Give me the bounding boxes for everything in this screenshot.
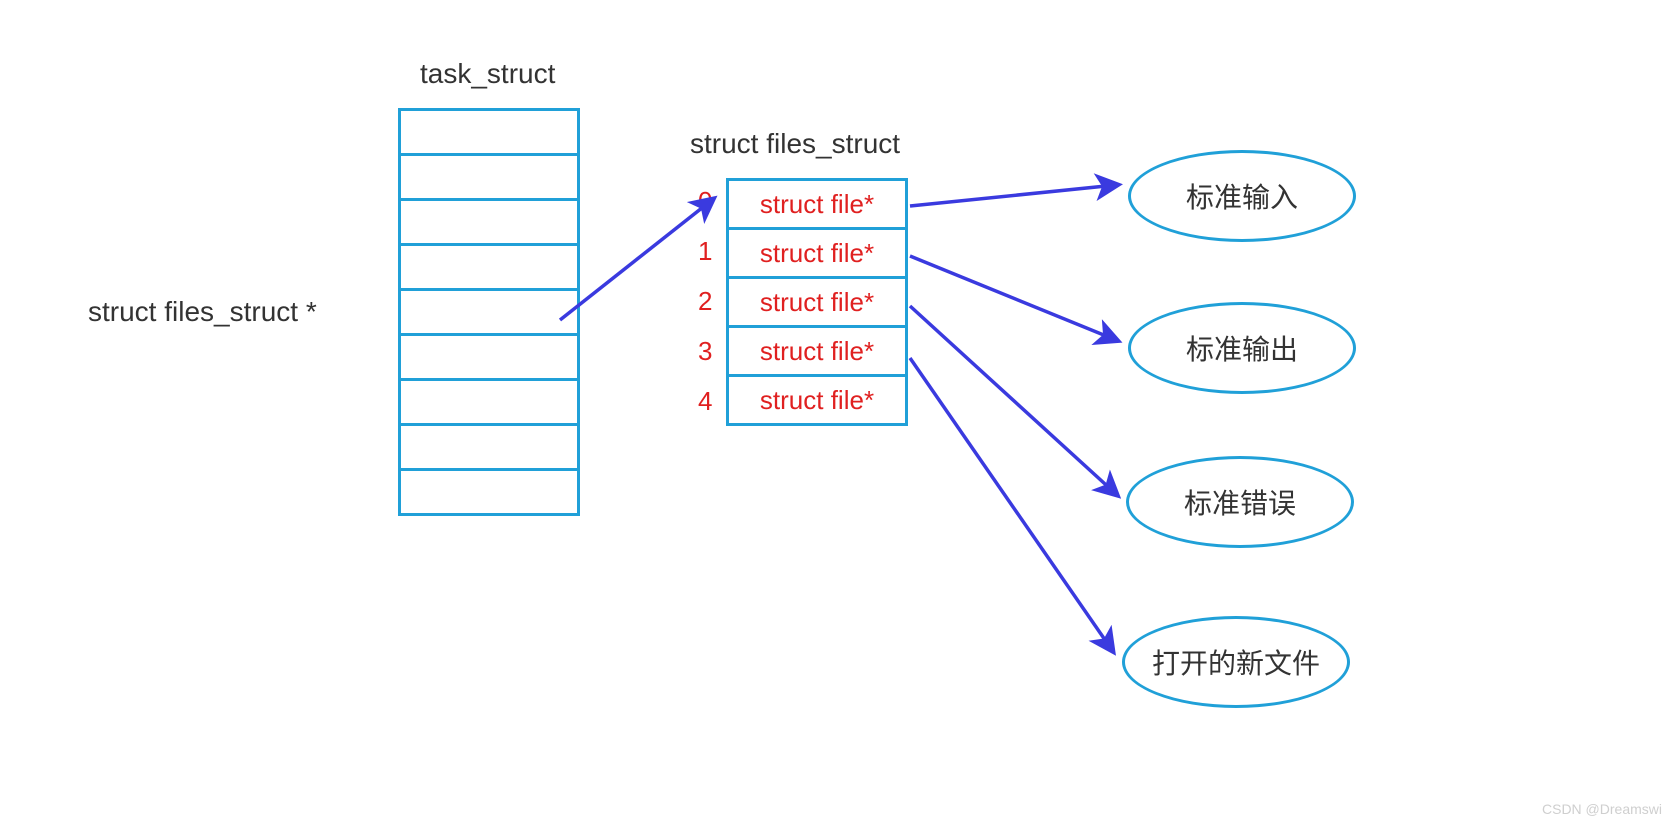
pointer-label: struct files_struct * bbox=[88, 296, 317, 328]
ellipse-stderr: 标准错误 bbox=[1126, 456, 1354, 548]
fd-entry-4: struct file* bbox=[726, 374, 908, 426]
task-struct-block bbox=[398, 108, 580, 516]
task-struct-cell bbox=[398, 243, 580, 291]
files-struct-title: struct files_struct bbox=[690, 128, 900, 160]
ellipse-stdin-label: 标准输入 bbox=[1186, 176, 1298, 216]
task-struct-cell bbox=[398, 198, 580, 246]
task-struct-cell bbox=[398, 333, 580, 381]
ellipse-newfile: 打开的新文件 bbox=[1122, 616, 1350, 708]
fd-index-3: 3 bbox=[698, 336, 712, 367]
ellipse-stderr-label: 标准错误 bbox=[1184, 482, 1296, 522]
task-struct-cell bbox=[398, 423, 580, 471]
task-struct-title: task_struct bbox=[420, 58, 555, 90]
ellipse-newfile-label: 打开的新文件 bbox=[1152, 642, 1320, 682]
arrow-fd2-stderr bbox=[910, 306, 1116, 494]
fd-index-4: 4 bbox=[698, 386, 712, 417]
arrow-fd3-newfile bbox=[910, 358, 1112, 650]
arrow-task-to-files bbox=[560, 200, 712, 320]
fd-index-1: 1 bbox=[698, 236, 712, 267]
ellipse-stdin: 标准输入 bbox=[1128, 150, 1356, 242]
task-struct-cell bbox=[398, 153, 580, 201]
arrow-fd1-stdout bbox=[910, 256, 1116, 340]
fd-index-2: 2 bbox=[698, 286, 712, 317]
fd-entry-0: struct file* bbox=[726, 178, 908, 230]
arrow-fd0-stdin bbox=[910, 185, 1116, 206]
watermark: CSDN @Dreamswi bbox=[1542, 801, 1662, 817]
task-struct-cell-files-ptr bbox=[398, 288, 580, 336]
ellipse-stdout: 标准输出 bbox=[1128, 302, 1356, 394]
task-struct-cell bbox=[398, 378, 580, 426]
task-struct-cell bbox=[398, 108, 580, 156]
ellipse-stdout-label: 标准输出 bbox=[1186, 328, 1298, 368]
fd-index-0: 0 bbox=[698, 186, 712, 217]
task-struct-cell bbox=[398, 468, 580, 516]
fd-entry-2: struct file* bbox=[726, 276, 908, 328]
fd-entry-3: struct file* bbox=[726, 325, 908, 377]
fd-entry-1: struct file* bbox=[726, 227, 908, 279]
files-struct-block: struct file* struct file* struct file* s… bbox=[726, 178, 908, 426]
